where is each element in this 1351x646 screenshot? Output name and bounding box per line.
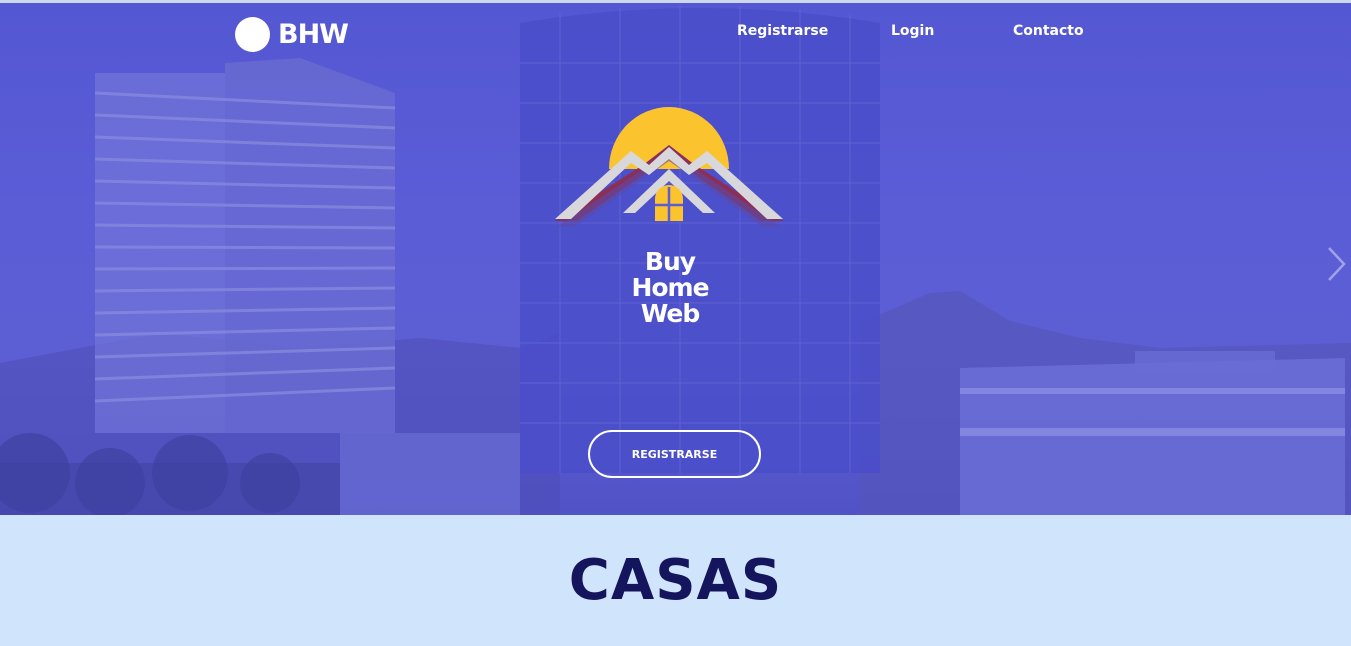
chevron-right-icon[interactable] xyxy=(1325,246,1347,282)
house-sun-logo-icon xyxy=(555,107,783,227)
logo-word-buy: Buy xyxy=(644,247,696,276)
nav-link-login[interactable]: Login xyxy=(891,23,934,39)
hero-banner: BHW Registrarse Login Contacto Buy Home … xyxy=(0,0,1351,515)
register-cta-button[interactable]: REGISTRARSE xyxy=(588,430,761,478)
section-title-casas: CASAS xyxy=(568,548,783,613)
logo-word-home: Home xyxy=(631,273,709,302)
logo-wordmark: Buy Home Web xyxy=(590,249,750,327)
nav-link-contacto[interactable]: Contacto xyxy=(1013,23,1084,39)
nav-link-registrarse[interactable]: Registrarse xyxy=(737,23,828,39)
logo-word-web: Web xyxy=(640,299,701,328)
top-navigation: Registrarse Login Contacto xyxy=(0,23,1351,47)
